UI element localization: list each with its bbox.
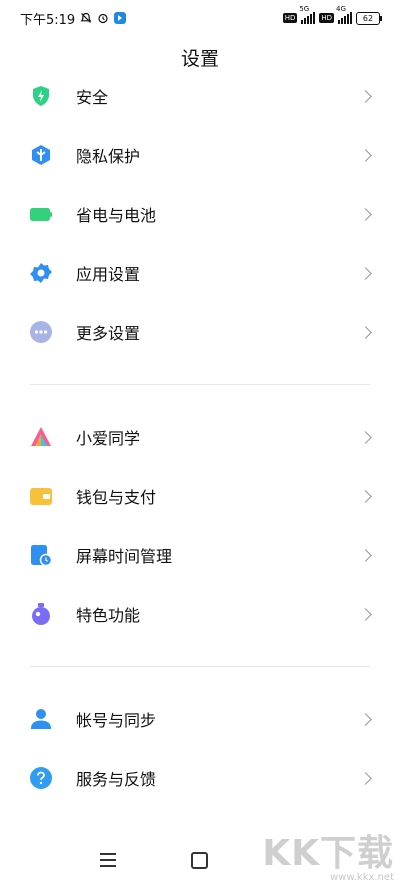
- chevron-right-icon: [359, 430, 372, 444]
- settings-item-label: 屏幕时间管理: [76, 547, 173, 566]
- more-icon: [30, 321, 52, 343]
- settings-item-label: 服务与反馈: [76, 770, 157, 789]
- chevron-right-icon: [359, 607, 372, 621]
- chevron-right-icon: [359, 489, 372, 503]
- settings-item-label: 应用设置: [76, 265, 141, 284]
- settings-item-screen-time[interactable]: 屏幕时间管理: [0, 526, 400, 584]
- screen-time-icon: [30, 544, 52, 566]
- settings-item-label: 更多设置: [76, 324, 141, 343]
- features-icon: [30, 603, 52, 625]
- settings-item-account-sync[interactable]: 帐号与同步: [0, 690, 400, 748]
- gear-icon: [30, 262, 52, 284]
- settings-item-xiaoai[interactable]: 小爱同学: [0, 408, 400, 466]
- chevron-right-icon: [359, 266, 372, 280]
- hd-badge: HD: [282, 13, 298, 23]
- chevron-right-icon: [359, 148, 372, 162]
- home-icon[interactable]: [191, 852, 208, 869]
- network-type-label: 5G: [299, 5, 310, 13]
- mute-icon: [80, 12, 92, 24]
- settings-item-features[interactable]: 特色功能: [0, 585, 400, 643]
- settings-item-app-settings[interactable]: 应用设置: [0, 244, 400, 302]
- signal-icon: 5G: [299, 5, 316, 24]
- help-icon: [30, 767, 52, 789]
- settings-item-label: 小爱同学: [76, 429, 141, 448]
- chevron-right-icon: [359, 325, 372, 339]
- app-notification-icon: [114, 12, 127, 24]
- settings-item-more[interactable]: 更多设置: [0, 303, 400, 361]
- settings-item-label: 钱包与支付: [76, 488, 157, 507]
- section-divider: [30, 666, 370, 667]
- settings-item-label: 省电与电池: [76, 206, 157, 225]
- watermark-logo: KK下载: [262, 833, 394, 874]
- menu-icon[interactable]: [100, 853, 116, 871]
- wallet-icon: [30, 485, 52, 507]
- settings-item-service-feedback[interactable]: 服务与反馈: [0, 749, 400, 807]
- chevron-right-icon: [359, 771, 372, 785]
- battery-icon: [30, 203, 52, 225]
- alarm-icon: [97, 12, 109, 24]
- settings-item-label: 隐私保护: [76, 147, 141, 166]
- hd-badge: HD: [319, 13, 334, 23]
- xiaoai-icon: [30, 426, 52, 448]
- chevron-right-icon: [359, 712, 372, 726]
- settings-item-privacy[interactable]: 隐私保护: [0, 126, 400, 184]
- shield-icon: [30, 85, 52, 107]
- settings-item-battery[interactable]: 省电与电池: [0, 185, 400, 243]
- settings-item-label: 安全: [76, 88, 109, 107]
- settings-item-label: 特色功能: [76, 606, 141, 625]
- status-bar: 下午5:19 HD 5G HD 4G 62: [0, 0, 400, 36]
- status-right: HD 5G HD 4G 62: [282, 5, 382, 25]
- account-icon: [30, 708, 52, 730]
- battery-icon: 62: [356, 11, 382, 25]
- section-divider: [30, 384, 370, 385]
- chevron-right-icon: [359, 89, 372, 103]
- settings-item-security[interactable]: 安全: [0, 67, 400, 125]
- network-type-label: 4G: [336, 5, 346, 13]
- privacy-icon: [30, 144, 52, 166]
- status-left: 下午5:19: [20, 9, 127, 28]
- chevron-right-icon: [359, 548, 372, 562]
- clock: 下午5:19: [20, 12, 76, 28]
- watermark: KK下载 www.kkx.net: [262, 833, 394, 884]
- settings-item-wallet[interactable]: 钱包与支付: [0, 467, 400, 525]
- chevron-right-icon: [359, 207, 372, 221]
- signal-icon: 4G: [336, 5, 352, 24]
- settings-item-label: 帐号与同步: [76, 711, 157, 730]
